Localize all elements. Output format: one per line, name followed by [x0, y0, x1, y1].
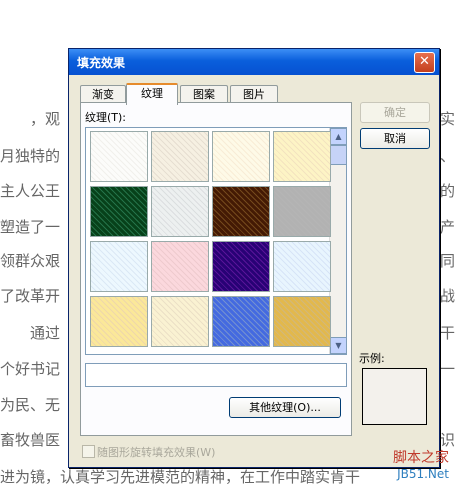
- tab-gradient[interactable]: 渐变: [80, 85, 126, 103]
- dialog-title: 填充效果: [77, 56, 126, 70]
- doc-line-6: 了改革开: [0, 287, 61, 305]
- doc-line-7-right: 干: [440, 324, 455, 342]
- texture-swatch[interactable]: [151, 296, 209, 347]
- texture-swatch[interactable]: [273, 186, 331, 237]
- other-texture-button[interactable]: 其他纹理(O)...: [229, 397, 341, 418]
- texture-swatch[interactable]: [273, 296, 331, 347]
- scroll-thumb[interactable]: [330, 145, 346, 165]
- watermark-line1: 脚本之家: [393, 450, 449, 466]
- scroll-down-icon[interactable]: ▼: [330, 337, 346, 354]
- texture-swatch[interactable]: [212, 241, 270, 292]
- tab-picture[interactable]: 图片: [230, 85, 278, 103]
- doc-line-3-right: 的: [440, 182, 455, 200]
- texture-label: 纹理(T):: [85, 111, 127, 124]
- scroll-up-icon[interactable]: ▲: [330, 128, 346, 145]
- texture-swatch[interactable]: [273, 131, 331, 182]
- texture-panel: 纹理(T): ▲ ▼ 其他纹理(O)...: [80, 102, 352, 436]
- doc-line-8: 个好书记: [0, 360, 61, 378]
- texture-grid: ▲ ▼: [85, 127, 347, 355]
- doc-line-2-right: 、: [440, 147, 455, 165]
- doc-line-10: 畜牧兽医: [0, 431, 61, 449]
- close-icon[interactable]: ✕: [414, 52, 435, 73]
- rotate-with-shape-label: 随图形旋转填充效果(W): [97, 446, 216, 459]
- doc-line-5-right: 同: [440, 252, 455, 270]
- tab-pattern[interactable]: 图案: [180, 85, 228, 103]
- cancel-button[interactable]: 取消: [360, 128, 430, 149]
- sample-preview: [362, 368, 427, 425]
- dialog-titlebar[interactable]: 填充效果 ✕: [69, 49, 439, 75]
- doc-line-8-right: 一: [440, 360, 455, 378]
- doc-line-6-right: 战: [440, 287, 455, 305]
- doc-line-1-right: 实: [440, 110, 455, 128]
- doc-line-9: 为民、无: [0, 396, 61, 414]
- texture-swatch[interactable]: [90, 241, 148, 292]
- fill-effects-dialog: 填充效果 ✕ 渐变 纹理 图案 图片 纹理(T): ▲ ▼ 其他纹理(O)...…: [68, 48, 440, 468]
- texture-name-field: [85, 363, 347, 387]
- site-watermark: 脚本之家 JB51.Net: [393, 447, 449, 481]
- texture-scrollbar[interactable]: ▲ ▼: [329, 128, 346, 354]
- texture-swatch[interactable]: [90, 186, 148, 237]
- texture-swatch[interactable]: [90, 296, 148, 347]
- doc-line-3: 主人公王: [0, 182, 61, 200]
- texture-swatch[interactable]: [273, 241, 331, 292]
- texture-swatch[interactable]: [151, 241, 209, 292]
- doc-line-7: 通过: [30, 324, 61, 342]
- texture-swatch[interactable]: [151, 186, 209, 237]
- texture-swatch[interactable]: [212, 296, 270, 347]
- doc-line-2: 月独特的: [0, 147, 61, 165]
- texture-swatch[interactable]: [151, 131, 209, 182]
- doc-line-5: 领群众艰: [0, 252, 61, 270]
- doc-line-4-right: 产: [440, 218, 455, 236]
- doc-line-1: ，观: [30, 110, 61, 128]
- tab-texture[interactable]: 纹理: [126, 83, 178, 105]
- texture-swatch[interactable]: [90, 131, 148, 182]
- rotate-with-shape-checkbox[interactable]: [82, 445, 95, 458]
- ok-button[interactable]: 确定: [360, 102, 430, 123]
- doc-line-4: 塑造了一: [0, 218, 61, 236]
- sample-label: 示例:: [359, 352, 385, 365]
- texture-swatch[interactable]: [212, 131, 270, 182]
- watermark-line2: JB51.Net: [397, 467, 449, 481]
- texture-swatch[interactable]: [212, 186, 270, 237]
- doc-line-bottom: 进为镜，认真学习先进模范的精神，在工作中踏实肯干: [0, 468, 361, 486]
